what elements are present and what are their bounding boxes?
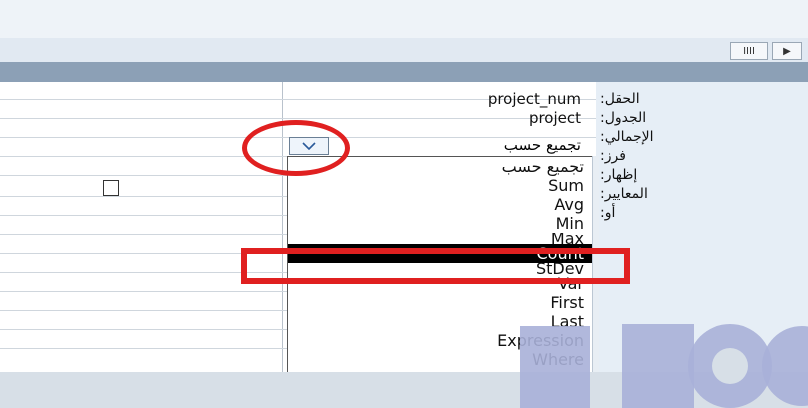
play-arrow-icon: ▶ <box>783 45 791 57</box>
label-criteria: المعايير: <box>600 186 648 202</box>
label-total: الإجمالي: <box>600 129 654 145</box>
dropdown-option-max[interactable]: Max <box>288 233 592 244</box>
total-cell-value: تجميع حسب <box>503 136 581 154</box>
field-cell[interactable]: project_num <box>287 90 591 109</box>
scroll-right-button[interactable]: ▶ <box>772 42 802 60</box>
window-top-band <box>0 0 808 38</box>
dropdown-option-last[interactable]: Last <box>288 312 592 331</box>
dropdown-option-expression[interactable]: Expression <box>288 331 592 350</box>
toolbar-strip <box>0 38 808 62</box>
label-field: الحقل: <box>600 91 640 107</box>
dropdown-option-avg[interactable]: Avg <box>288 195 592 214</box>
label-show: إظهار: <box>600 167 638 183</box>
column-fields: project_num project <box>287 90 591 128</box>
highlight-rect-annotation <box>241 248 630 284</box>
label-sort: فرز: <box>600 148 626 164</box>
pane-separator[interactable] <box>0 62 808 82</box>
highlight-oval-annotation <box>242 120 350 176</box>
horizontal-scroll-controls: IIII ▶ <box>730 42 802 60</box>
row-labels: الحقل: الجدول: الإجمالي: فرز: إظهار: الم… <box>600 90 664 223</box>
label-table: الجدول: <box>600 110 647 126</box>
bottom-band <box>0 372 808 408</box>
dropdown-option-where[interactable]: Where <box>288 350 592 369</box>
scroll-thumb[interactable]: IIII <box>730 42 768 60</box>
show-checkbox-empty-column[interactable] <box>103 180 119 196</box>
dropdown-option-sum[interactable]: Sum <box>288 176 592 195</box>
label-or: أو: <box>600 205 616 221</box>
dropdown-option-min[interactable]: Min <box>288 214 592 233</box>
table-cell[interactable]: project <box>287 109 591 128</box>
dropdown-option-first[interactable]: First <box>288 293 592 312</box>
